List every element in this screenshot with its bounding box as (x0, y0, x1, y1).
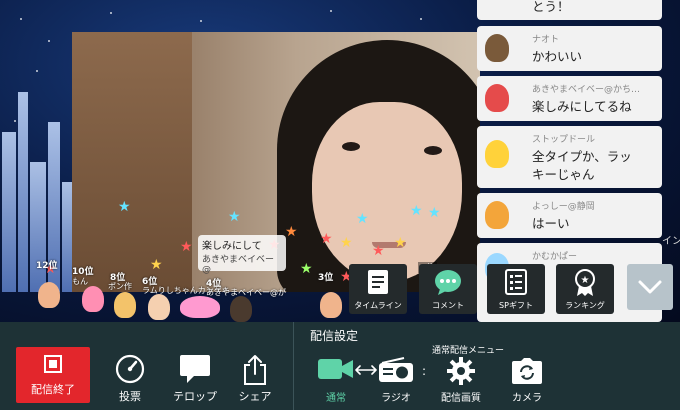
comment-label: コメント (432, 301, 464, 310)
confetti-star-icon: ★ (340, 235, 353, 251)
share-button[interactable]: シェア (232, 352, 278, 404)
star-decoration (330, 10, 332, 12)
radio-mode-label: ラジオ (381, 393, 411, 404)
eye (342, 142, 360, 151)
comment-item: よっしー@静岡 はーい (477, 193, 662, 238)
telop-label: テロップ (173, 390, 217, 403)
comment-text: 楽しみにしてるね (532, 99, 632, 114)
separator-colon: : (422, 364, 427, 378)
comment-item: ストップドール 全タイプか、ラッ キーじゃん (477, 126, 662, 188)
ranking-medal-icon: ★ (575, 269, 595, 296)
star-decoration (20, 18, 22, 20)
telop-speech-icon (180, 355, 210, 383)
viewer-avatar[interactable] (148, 294, 170, 320)
stop-broadcast-button[interactable]: 配信終了 (16, 347, 90, 403)
share-label: シェア (238, 390, 272, 403)
person-face (312, 102, 462, 282)
viewer-avatar[interactable] (114, 292, 136, 318)
comment-item: とう！ (477, 0, 662, 20)
stream-quality-button[interactable]: 配信画質 (436, 355, 486, 405)
commenter-name: あきやまベイベー@かち… (532, 85, 641, 95)
overlay-comment-text: 楽しみにして (202, 241, 262, 252)
commenter-name: ストップドール (532, 135, 596, 145)
sp-gift-button[interactable]: SPギフト (487, 264, 545, 314)
confetti-star-icon: ★ (372, 243, 385, 259)
stop-broadcast-label: 配信終了 (31, 383, 75, 396)
peek-comment-text: インも (662, 236, 680, 247)
comment-text: かわいい (532, 49, 583, 64)
telop-button[interactable]: テロップ (170, 352, 220, 404)
camera-switch-icon (512, 358, 542, 384)
star-decoration (420, 18, 422, 20)
toolbar-divider (293, 322, 294, 410)
commenter-avatar[interactable] (485, 84, 509, 112)
share-icon (244, 355, 266, 385)
star-decoration (200, 20, 202, 22)
timeline-label: タイムライン (354, 301, 402, 310)
vote-gauge-icon (115, 354, 145, 384)
viewer-avatar[interactable] (180, 296, 220, 318)
commenter-avatar[interactable] (485, 201, 509, 229)
ranking-button[interactable]: ★ ランキング (556, 264, 614, 314)
viewer-avatar[interactable] (230, 296, 252, 322)
comment-item: あきやまベイベー@かち… 楽しみにしてるね (477, 76, 662, 121)
vote-button[interactable]: 投票 (108, 352, 152, 404)
collapse-button[interactable] (627, 264, 673, 310)
timeline-button[interactable]: タイムライン (349, 264, 407, 314)
comment-text: 全タイプか、ラッ (532, 149, 632, 164)
comment-button[interactable]: コメント (419, 264, 477, 314)
rank-name: あきやまベイベー@が (206, 288, 286, 297)
commenter-name: かむかぱー (532, 252, 578, 262)
gift-list-icon (505, 269, 527, 295)
camera-switch-button[interactable]: カメラ (504, 355, 550, 405)
stream-quality-label: 配信画質 (441, 393, 481, 404)
chevron-down-icon (638, 280, 662, 294)
video-camera-icon (318, 359, 353, 379)
confetti-star-icon: ★ (285, 224, 298, 240)
camera-switch-label: カメラ (512, 393, 542, 404)
viewer-avatar[interactable] (82, 286, 104, 312)
commenter-avatar[interactable] (485, 34, 509, 62)
star-decoration (48, 40, 50, 42)
rank-name: ポン作 (108, 282, 132, 291)
broadcast-settings-title: 配信設定 (310, 329, 359, 343)
confetti-star-icon: ★ (356, 211, 369, 227)
radio-mode-button[interactable]: ラジオ (374, 355, 418, 405)
viewer-avatar[interactable] (38, 282, 60, 308)
viewer-ranking-strip: 12位 10位 もん 8位 ポン作 6位 ラムりしちゃんカンゲキ 4位 あきやま… (30, 261, 390, 322)
confetti-star-icon: ★ (428, 205, 441, 221)
confetti-star-icon: ★ (180, 239, 193, 255)
stop-icon (44, 355, 62, 373)
confetti-star-icon: ★ (228, 209, 241, 225)
rank-label: 12位 (36, 261, 58, 271)
rank-label: 3位 (318, 273, 334, 283)
vote-label: 投票 (119, 390, 141, 403)
svg-text:★: ★ (581, 275, 590, 286)
viewer-avatar[interactable] (320, 292, 342, 318)
chat-bubble-icon (435, 270, 461, 295)
comment-text: はーい (532, 216, 570, 231)
gear-icon (447, 357, 475, 385)
commenter-name: よっしー@静岡 (532, 202, 595, 212)
commenter-name: ナオト (532, 35, 560, 45)
confetti-star-icon: ★ (410, 203, 423, 219)
sp-gift-label: SPギフト (499, 301, 533, 310)
comment-item: ナオト かわいい (477, 26, 662, 71)
confetti-star-icon: ★ (394, 235, 407, 251)
comment-text: とう！ (532, 0, 570, 14)
confetti-star-icon: ★ (320, 231, 333, 247)
radio-icon (379, 357, 413, 382)
commenter-avatar[interactable] (485, 140, 509, 168)
background-door (72, 32, 192, 292)
star-decoration (110, 12, 112, 14)
timeline-icon (368, 270, 388, 294)
normal-mode-button[interactable]: 通常 (314, 355, 358, 405)
comment-text: キーじゃん (532, 167, 595, 182)
eye (424, 146, 442, 155)
rank-name: もん (72, 277, 88, 286)
normal-mode-label: 通常 (326, 393, 346, 404)
confetti-star-icon: ★ (118, 199, 131, 215)
ranking-label: ランキング (565, 301, 605, 310)
